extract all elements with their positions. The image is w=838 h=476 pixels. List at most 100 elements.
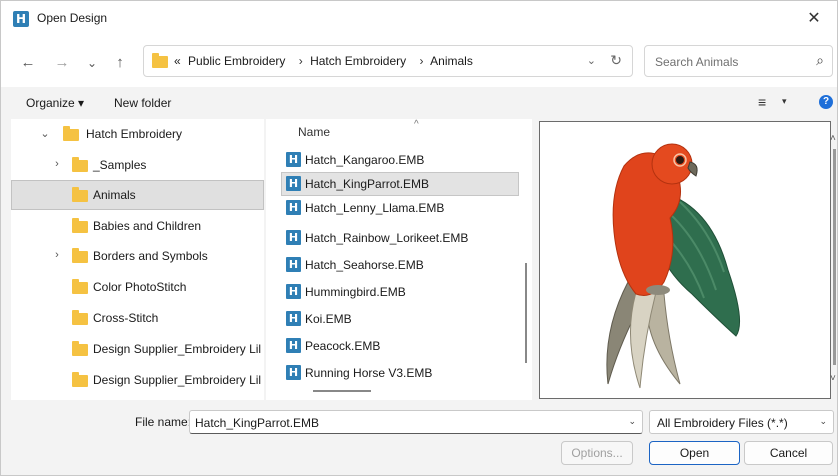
nav-item-label: Hatch Embroidery: [86, 127, 183, 141]
file-name: Hummingbird.EMB: [305, 285, 406, 299]
folder-icon: [72, 157, 88, 172]
file-item[interactable]: H Hatch_Seahorse.EMB: [281, 253, 519, 277]
nav-item-label: Design Supplier_Embroidery Lil: [93, 342, 262, 356]
nav-item-animals[interactable]: Animals: [11, 180, 264, 210]
breadcrumb-separator[interactable]: ›: [299, 54, 303, 68]
nav-item-babies-and-children[interactable]: Babies and Children: [11, 211, 264, 241]
nav-item-color-photostitch[interactable]: Color PhotoStitch: [11, 272, 264, 302]
search-input[interactable]: Search Animals ⌕: [644, 45, 833, 77]
recent-locations-button[interactable]: ⌄: [81, 52, 103, 74]
footer: File name: Hatch_KingParrot.EMB ⌄ All Em…: [1, 401, 837, 475]
address-dropdown-button[interactable]: ⌄: [587, 54, 596, 67]
back-arrow-icon: ←: [20, 54, 36, 71]
view-options-icon[interactable]: ≡: [758, 94, 766, 110]
command-bar: Organize ▾ New folder ≡ ▾ ?: [1, 87, 837, 119]
embroidery-file-icon: H: [286, 230, 301, 245]
file-item[interactable]: H Running Horse V3.EMB: [281, 361, 519, 385]
breadcrumb-public-embroidery[interactable]: Public Embroidery: [188, 54, 285, 68]
file-item[interactable]: H Hatch_Rainbow_Lorikeet.EMB: [281, 226, 519, 250]
file-name: Hatch_Lenny_Llama.EMB: [305, 201, 445, 215]
file-item[interactable]: H Koi.EMB: [281, 307, 519, 331]
open-button[interactable]: Open: [649, 441, 740, 465]
folder-icon: [72, 372, 88, 387]
cancel-button[interactable]: Cancel: [744, 441, 833, 465]
breadcrumb-separator[interactable]: ›: [419, 54, 423, 68]
chevron-down-icon[interactable]: ⌄: [628, 416, 636, 427]
scroll-up-icon[interactable]: ˄: [830, 133, 836, 144]
nav-item-cross-stitch[interactable]: Cross-Stitch: [11, 303, 264, 333]
embroidery-file-icon: H: [286, 176, 301, 191]
file-type-select[interactable]: All Embroidery Files (*.*) ⌄: [649, 410, 834, 434]
file-type-value: All Embroidery Files (*.*): [657, 416, 788, 430]
file-name: Peacock.EMB: [305, 339, 381, 353]
organize-button[interactable]: Organize ▾: [26, 96, 84, 110]
open-design-dialog: H Open Design ✕ ← → ⌄ ↑ « Public Embroid…: [0, 0, 838, 476]
file-item[interactable]: H Hatch_Kangaroo.EMB: [281, 148, 519, 172]
options-button[interactable]: Options...: [561, 441, 633, 465]
file-name-field[interactable]: Hatch_KingParrot.EMB ⌄: [189, 410, 643, 434]
chevron-down-icon[interactable]: ⌄: [39, 127, 51, 140]
embroidery-file-icon: H: [286, 311, 301, 326]
chevron-right-icon[interactable]: ›: [51, 158, 63, 170]
chevron-right-icon[interactable]: ›: [51, 249, 63, 261]
preview-scrollbar[interactable]: [833, 149, 836, 365]
new-folder-button[interactable]: New folder: [114, 96, 171, 110]
folder-icon: [72, 310, 88, 325]
scroll-down-icon[interactable]: ˅: [830, 373, 836, 384]
nav-item-label: Borders and Symbols: [93, 249, 208, 263]
design-preview: [539, 121, 831, 399]
nav-item-label: _Samples: [93, 158, 147, 172]
up-arrow-icon: ↑: [116, 54, 124, 71]
king-parrot-preview-image: [606, 143, 741, 389]
breadcrumb-overflow[interactable]: «: [174, 54, 181, 68]
chevron-down-icon[interactable]: ▾: [782, 96, 787, 107]
nav-item-design-supplier[interactable]: Design Supplier_Embroidery Lil: [11, 334, 264, 364]
file-name: Hatch_KingParrot.EMB: [305, 177, 430, 191]
file-list-vertical-scrollbar[interactable]: [525, 263, 527, 363]
nav-item-label: Design Supplier_Embroidery Lil: [93, 373, 262, 387]
file-item-selected[interactable]: H Hatch_KingParrot.EMB: [281, 172, 519, 196]
breadcrumb-animals[interactable]: Animals: [430, 54, 473, 68]
breadcrumb-hatch-embroidery[interactable]: Hatch Embroidery: [310, 54, 406, 68]
search-icon[interactable]: ⌕: [816, 52, 824, 69]
embroidery-file-icon: H: [286, 257, 301, 272]
file-name: Hatch_Seahorse.EMB: [305, 258, 424, 272]
nav-item-label: Color PhotoStitch: [93, 280, 187, 294]
file-name: Running Horse V3.EMB: [305, 366, 433, 380]
nav-item-label: Animals: [93, 188, 136, 202]
dialog-title: Open Design: [37, 11, 108, 25]
help-icon[interactable]: ?: [819, 95, 833, 109]
file-item[interactable]: H Hummingbird.EMB: [281, 280, 519, 304]
embroidery-file-icon: H: [286, 365, 301, 380]
embroidery-file-icon: H: [286, 200, 301, 215]
file-item[interactable]: H Hatch_Lenny_Llama.EMB: [281, 196, 519, 220]
folder-icon: [72, 187, 88, 202]
nav-item-borders-and-symbols[interactable]: › Borders and Symbols: [11, 241, 264, 271]
nav-item-label: Babies and Children: [93, 219, 202, 233]
forward-button[interactable]: →: [51, 52, 73, 74]
chevron-down-icon[interactable]: ⌄: [819, 416, 827, 427]
nav-item-samples[interactable]: › _Samples: [11, 150, 264, 180]
file-name: Hatch_Rainbow_Lorikeet.EMB: [305, 231, 469, 245]
back-button[interactable]: ←: [17, 52, 39, 74]
folder-icon: [63, 126, 79, 141]
file-list-horizontal-scrollbar[interactable]: [313, 390, 371, 392]
column-header-name[interactable]: Name: [298, 125, 330, 139]
close-button[interactable]: ✕: [791, 1, 837, 37]
nav-item-hatch-embroidery[interactable]: ⌄ Hatch Embroidery: [11, 119, 264, 149]
file-list-pane[interactable]: Name ^ H Hatch_Kangaroo.EMB H Hatch_King…: [266, 119, 532, 400]
file-name: Koi.EMB: [305, 312, 352, 326]
search-placeholder: Search Animals: [655, 55, 739, 69]
embroidery-file-icon: H: [286, 284, 301, 299]
folder-icon: [72, 279, 88, 294]
sort-ascending-icon: ^: [414, 119, 419, 130]
forward-arrow-icon: →: [54, 54, 70, 71]
preview-pane: ˄ ˅: [537, 119, 837, 400]
refresh-icon[interactable]: ↻: [610, 52, 622, 69]
nav-item-design-supplier[interactable]: Design Supplier_Embroidery Lil: [11, 365, 264, 395]
address-bar[interactable]: « Public Embroidery › Hatch Embroidery ›…: [143, 45, 633, 77]
file-item[interactable]: H Peacock.EMB: [281, 334, 519, 358]
folder-icon: [152, 53, 168, 68]
navigation-pane[interactable]: ⌄ Hatch Embroidery › _Samples Animals Ba…: [11, 119, 264, 400]
up-button[interactable]: ↑: [109, 52, 131, 74]
